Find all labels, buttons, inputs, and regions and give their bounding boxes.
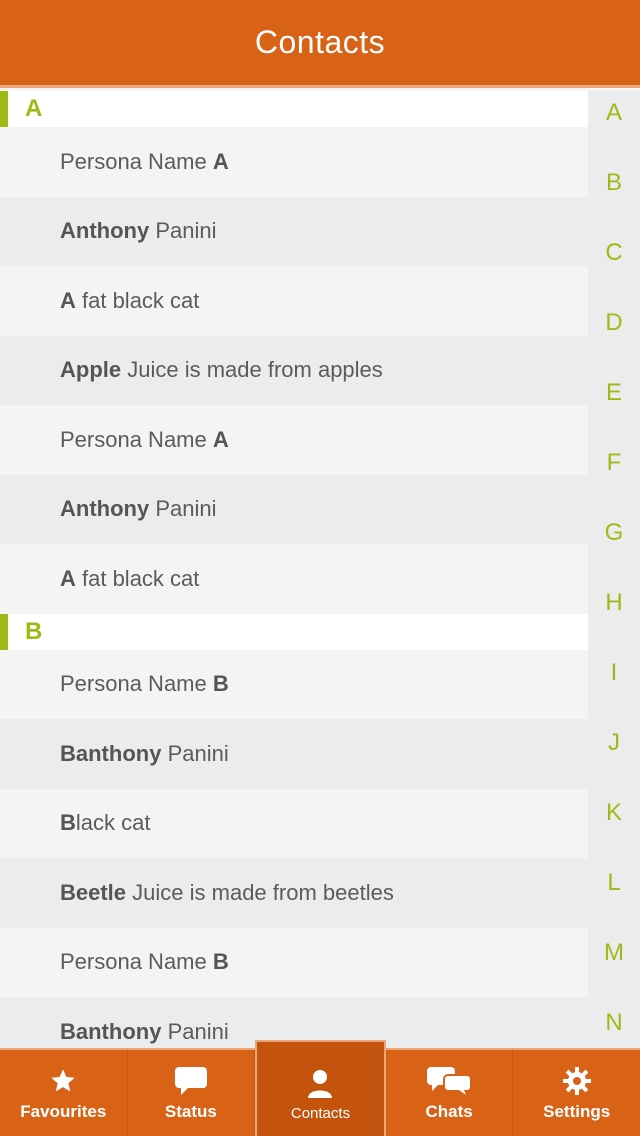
contact-row[interactable]: Anthony Panini bbox=[0, 196, 588, 266]
section-header: B bbox=[0, 613, 588, 650]
tab-label: Settings bbox=[543, 1102, 611, 1121]
contact-row[interactable]: Persona Name A bbox=[0, 405, 588, 475]
contact-row[interactable]: A fat black cat bbox=[0, 266, 588, 336]
speech-bubble-icon bbox=[174, 1064, 208, 1098]
contact-name: Beetle Juice is made from beetles bbox=[60, 879, 394, 905]
tab-bar: Favourites Status Contacts Chats Settings bbox=[0, 1040, 640, 1136]
tab-settings[interactable]: Settings bbox=[513, 1050, 640, 1136]
nav-header: Contacts bbox=[0, 0, 640, 88]
tab-label: Status bbox=[164, 1102, 217, 1121]
index-letter[interactable]: H bbox=[588, 589, 640, 617]
index-letter[interactable]: I bbox=[588, 659, 640, 687]
contact-name: Persona Name A bbox=[60, 426, 229, 452]
chat-bubbles-icon bbox=[426, 1064, 473, 1098]
index-letter[interactable]: C bbox=[588, 239, 640, 267]
person-icon bbox=[307, 1067, 333, 1101]
page-title: Contacts bbox=[254, 24, 386, 60]
index-letter[interactable]: G bbox=[588, 519, 640, 547]
contact-name: Persona Name B bbox=[60, 949, 229, 975]
tab-chats[interactable]: Chats bbox=[386, 1050, 514, 1136]
index-letter[interactable]: E bbox=[588, 379, 640, 407]
index-letter[interactable]: K bbox=[588, 799, 640, 827]
alphabet-index[interactable]: A B C D E F G H I J K L M N bbox=[588, 91, 640, 1048]
contact-row[interactable]: Anthony Panini bbox=[0, 474, 588, 544]
contact-name: Persona Name B bbox=[60, 671, 229, 697]
index-letter[interactable]: A bbox=[588, 99, 640, 127]
index-letter[interactable]: F bbox=[588, 449, 640, 477]
tab-label: Chats bbox=[425, 1102, 473, 1121]
contact-name: Anthony Panini bbox=[60, 218, 217, 244]
contact-row[interactable]: Black cat bbox=[0, 788, 588, 858]
contact-name: Anthony Panini bbox=[60, 496, 217, 522]
section-letter: A bbox=[25, 95, 43, 122]
contact-row[interactable]: Persona Name B bbox=[0, 927, 588, 997]
tab-contacts[interactable]: Contacts bbox=[255, 1040, 386, 1136]
tab-favourites[interactable]: Favourites bbox=[0, 1050, 128, 1136]
contact-list[interactable]: A Persona Name A Anthony Panini A fat black… bbox=[0, 91, 588, 1048]
section-header: A bbox=[0, 91, 588, 127]
contact-name: A fat black cat bbox=[60, 565, 200, 591]
tab-label: Contacts bbox=[290, 1104, 351, 1122]
contact-row[interactable]: A fat black cat bbox=[0, 544, 588, 614]
contact-name: Persona Name A bbox=[60, 148, 229, 174]
contact-name: Banthony Panini bbox=[60, 740, 229, 766]
contact-name: Apple Juice is made from apples bbox=[60, 357, 383, 383]
contact-name: Black cat bbox=[60, 810, 151, 836]
contact-row[interactable]: Banthony Panini bbox=[0, 719, 588, 789]
index-letter[interactable]: L bbox=[588, 869, 640, 897]
tab-status[interactable]: Status bbox=[128, 1050, 256, 1136]
index-letter[interactable]: D bbox=[588, 309, 640, 337]
section-marker bbox=[0, 613, 8, 650]
contact-name: Banthony Panini bbox=[60, 1018, 229, 1044]
tab-label: Favourites bbox=[20, 1102, 107, 1121]
section-letter: B bbox=[25, 617, 43, 645]
index-letter[interactable]: M bbox=[588, 939, 640, 967]
star-icon bbox=[49, 1064, 77, 1098]
contact-row[interactable]: Apple Juice is made from apples bbox=[0, 335, 588, 405]
section-marker bbox=[0, 91, 8, 127]
contact-name: A fat black cat bbox=[60, 287, 200, 313]
gear-icon bbox=[562, 1064, 592, 1098]
index-letter[interactable]: J bbox=[588, 729, 640, 757]
index-letter[interactable]: B bbox=[588, 169, 640, 197]
contact-row[interactable]: Persona Name B bbox=[0, 649, 588, 719]
contact-row[interactable]: Beetle Juice is made from beetles bbox=[0, 858, 588, 928]
index-letter[interactable]: N bbox=[588, 1009, 640, 1037]
contact-row[interactable]: Persona Name A bbox=[0, 127, 588, 197]
